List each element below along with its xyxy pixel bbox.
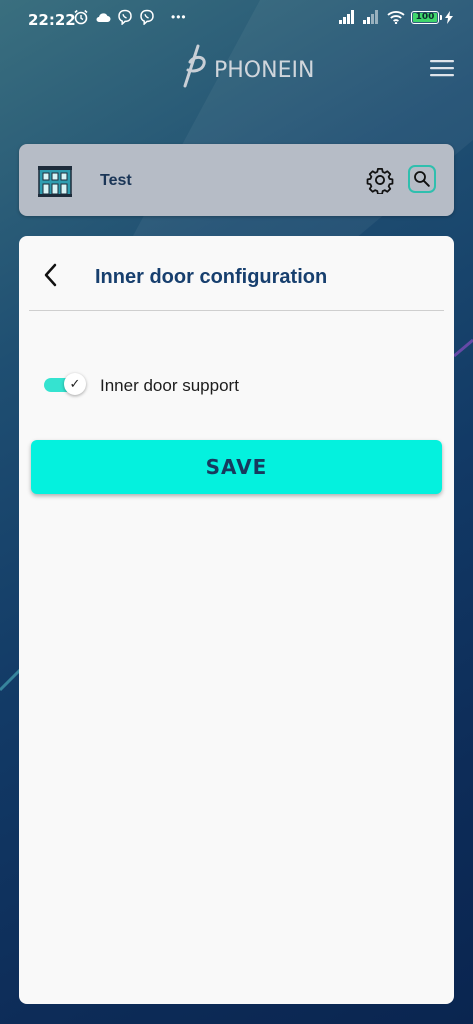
alarm-icon	[73, 9, 89, 25]
hamburger-menu-icon[interactable]	[428, 56, 456, 80]
wifi-icon	[387, 10, 405, 24]
divider	[29, 310, 444, 311]
battery-level: 100	[415, 12, 435, 22]
checkmark-icon: ✓	[64, 373, 86, 395]
signal-icon	[339, 10, 357, 24]
signal-icon	[363, 10, 381, 24]
device-card[interactable]: Test	[19, 144, 454, 216]
phonein-logo-icon	[183, 44, 206, 88]
logo-text: PHONEIN	[214, 57, 315, 83]
status-time: 22:22	[28, 11, 76, 29]
more-notifications-indicator: •••	[171, 10, 187, 24]
page-title: Inner door configuration	[95, 266, 328, 288]
search-icon	[414, 171, 430, 187]
device-name: Test	[100, 172, 132, 189]
status-bar: 22:22 ••• 100	[0, 0, 473, 40]
viber-icon	[139, 9, 155, 25]
chevron-left-icon[interactable]	[39, 260, 63, 290]
cloud-icon	[95, 11, 111, 23]
viber-icon	[117, 9, 133, 25]
inner-door-support-label: Inner door support	[100, 376, 239, 395]
app-logo: PHONEIN	[176, 44, 314, 88]
charging-icon	[445, 10, 453, 24]
building-icon	[37, 162, 73, 198]
configuration-panel: Inner door configuration ✓ Inner door su…	[19, 236, 454, 1004]
save-button[interactable]: SAVE	[31, 440, 442, 494]
inner-door-support-toggle[interactable]: ✓	[44, 373, 88, 395]
battery-icon: 100	[411, 10, 442, 24]
gear-icon[interactable]	[366, 166, 394, 195]
search-button[interactable]	[408, 165, 436, 193]
